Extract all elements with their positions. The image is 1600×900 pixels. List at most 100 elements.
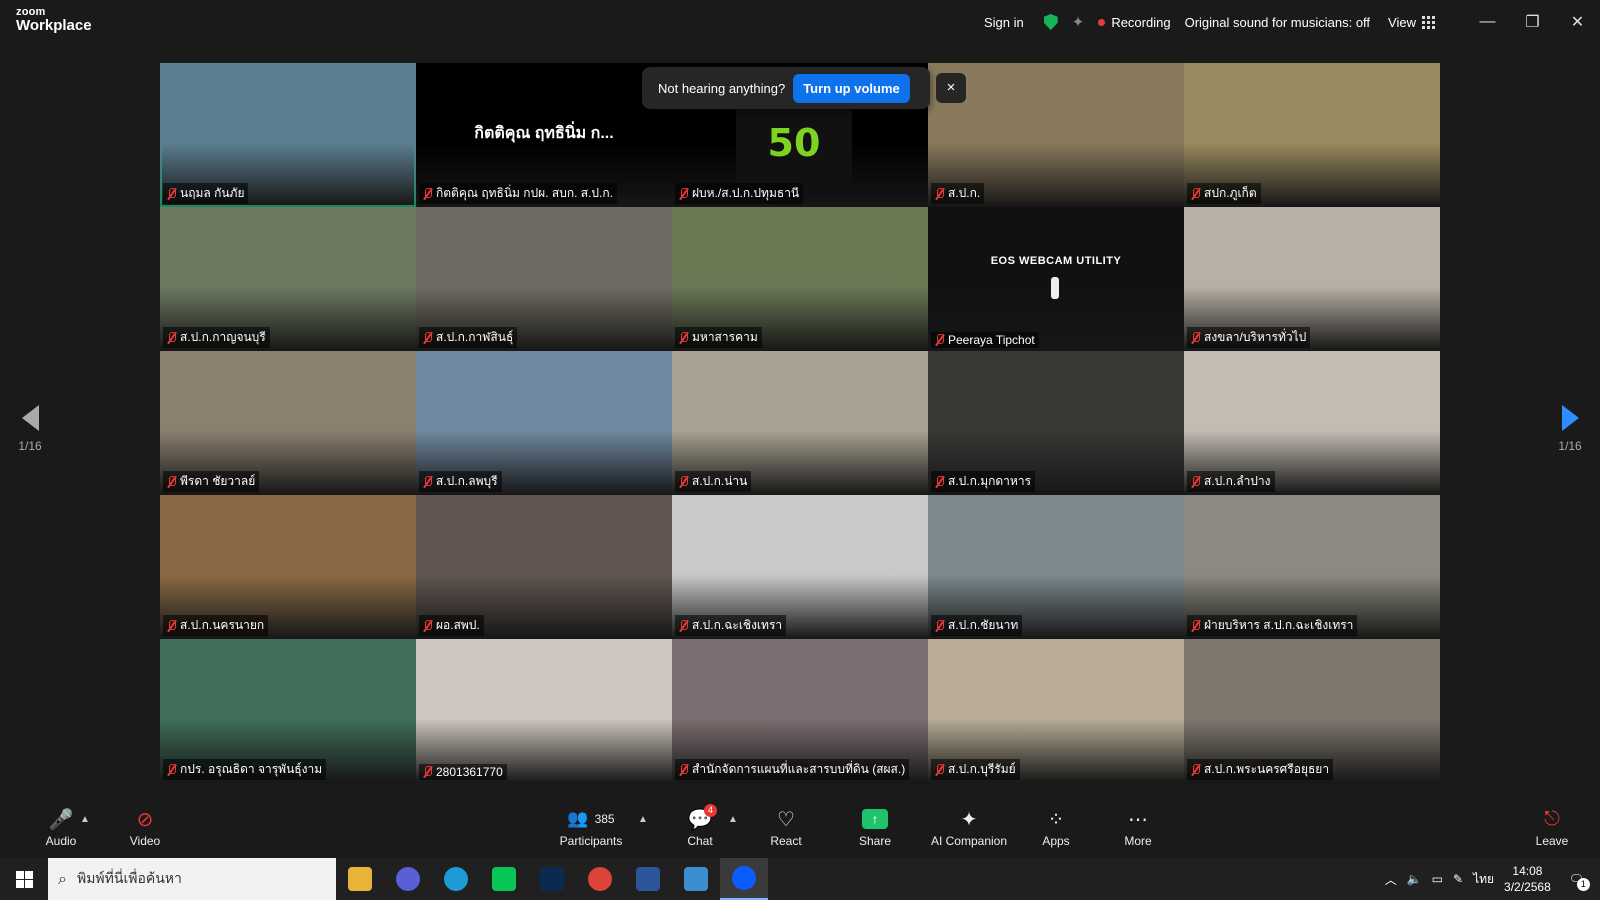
participant-tile[interactable]: ผอ.สพป.: [416, 495, 672, 639]
participant-tile[interactable]: กิตติคุณ ฤทธินิ่ม ก... กิตติคุณ ฤทธินิ่ม …: [416, 63, 672, 207]
participant-tile[interactable]: ส.ป.ก.ชัยนาท: [928, 495, 1184, 639]
close-window-button[interactable]: ✕: [1555, 0, 1600, 44]
leave-button[interactable]: ⎋ Leave: [1532, 806, 1572, 849]
view-button[interactable]: View: [1388, 15, 1435, 30]
audio-button[interactable]: 🎤 Audio: [36, 806, 86, 849]
eos-webcam-label: EOS WEBCAM UTILITY: [990, 255, 1122, 267]
participant-tile[interactable]: ส.ป.ก.มุกดาหาร: [928, 351, 1184, 495]
participant-tile[interactable]: ส.ป.ก.ลพบุรี: [416, 351, 672, 495]
search-placeholder: พิมพ์ที่นี่เพื่อค้นหา: [76, 871, 182, 887]
language-indicator[interactable]: ไทย: [1473, 870, 1494, 889]
participant-tile[interactable]: ส.ป.ก.ลำปาง: [1184, 351, 1440, 495]
notification-icon[interactable]: 🗨 1: [1561, 872, 1592, 891]
participant-tile[interactable]: ส.ป.ก.น่าน: [672, 351, 928, 495]
muted-mic-icon: [679, 619, 688, 632]
restore-button[interactable]: ❐: [1510, 0, 1555, 44]
participants-button[interactable]: 👥 385 Participants: [556, 806, 626, 848]
participant-name: ส.ป.ก.ลพบุรี: [436, 474, 498, 488]
close-icon[interactable]: ×: [936, 73, 966, 103]
taskbar-search[interactable]: ⌕ พิมพ์ที่นี่เพื่อค้นหา: [48, 858, 336, 900]
recording-indicator[interactable]: Recording: [1098, 15, 1171, 30]
react-button[interactable]: ♡ React: [764, 806, 808, 849]
sign-in-button[interactable]: Sign in: [984, 15, 1024, 30]
participant-name: ส.ป.ก.ฉะเชิงเทรา: [692, 618, 783, 632]
apps-label: Apps: [1042, 834, 1070, 848]
share-button[interactable]: ↑ Share: [853, 806, 897, 848]
participant-name: ส.ป.ก.พระนครศรีอยุธยา: [1204, 762, 1330, 776]
participant-tile[interactable]: ส.ป.ก.บุรีรัมย์: [928, 639, 1184, 783]
participant-tile[interactable]: กปร. อรุณธิดา จารุพันธุ์งาม: [160, 639, 416, 783]
ai-companion-button[interactable]: ✦ AI Companion: [928, 806, 1010, 849]
photos-app[interactable]: [672, 858, 720, 900]
line-app[interactable]: [480, 858, 528, 900]
muted-mic-icon: [167, 331, 176, 344]
webex-app[interactable]: [528, 858, 576, 900]
participant-tile[interactable]: EOS WEBCAM UTILITY Peeraya Tipchot: [928, 207, 1184, 351]
participant-tile[interactable]: นฤมล กันภัย: [160, 63, 416, 207]
participant-tile[interactable]: ส.ป.ก.กาญจนบุรี: [160, 207, 416, 351]
title-bar: zoom Workplace Sign in ✦ Recording Origi…: [0, 0, 1600, 44]
leave-icon: ⎋: [1544, 807, 1560, 830]
participant-tile[interactable]: ฝ่ายบริหาร ส.ป.ก.ฉะเชิงเทรา: [1184, 495, 1440, 639]
participant-name: Peeraya Tipchot: [948, 333, 1035, 347]
participant-tile[interactable]: มหาสารคาม: [672, 207, 928, 351]
chat-options-chevron-icon[interactable]: ▲: [728, 814, 738, 825]
participant-name-tag: Peeraya Tipchot: [931, 332, 1039, 348]
participant-name-tag: สงขลา/บริหารทั่วไป: [1187, 327, 1311, 348]
participant-name-tag: 2801361770: [419, 764, 507, 780]
participant-name: กปร. อรุณธิดา จารุพันธุ์งาม: [180, 762, 323, 776]
edge-app[interactable]: [432, 858, 480, 900]
participant-tile[interactable]: ส.ป.ก.ฉะเชิงเทรา: [672, 495, 928, 639]
next-page-button[interactable]: 1/16: [1540, 405, 1600, 453]
participant-tile[interactable]: ส.ป.ก.นครนายก: [160, 495, 416, 639]
participant-name-tag: สปก.ภูเก็ต: [1187, 183, 1261, 204]
prev-page-button[interactable]: 1/16: [0, 405, 60, 453]
participant-tile[interactable]: สงขลา/บริหารทั่วไป: [1184, 207, 1440, 351]
participant-tile[interactable]: พีรดา ชัยวาลย์: [160, 351, 416, 495]
windows-logo-icon: [15, 870, 33, 888]
participant-tile[interactable]: 2801361770: [416, 639, 672, 783]
apps-button[interactable]: ⁘ Apps: [1036, 806, 1076, 849]
video-button[interactable]: ⊘ Video: [120, 806, 170, 849]
chevron-up-icon[interactable]: ︿: [1385, 871, 1397, 888]
pen-icon[interactable]: ✎: [1453, 872, 1463, 886]
view-label: View: [1388, 14, 1416, 30]
copilot-app[interactable]: [384, 858, 432, 900]
security-shield-icon[interactable]: [1043, 14, 1058, 30]
participant-tile[interactable]: ส.ป.ก.: [928, 63, 1184, 207]
clock-date: 3/2/2568: [1504, 880, 1551, 894]
search-icon: ⌕: [58, 869, 67, 888]
participants-options-chevron-icon[interactable]: ▲: [638, 814, 648, 825]
muted-mic-icon: [935, 187, 944, 200]
turn-up-volume-button[interactable]: Turn up volume: [793, 73, 910, 103]
more-icon: ⋯: [1128, 808, 1148, 831]
participant-name: ฝ่ายบริหาร ส.ป.ก.ฉะเชิงเทรา: [1204, 618, 1354, 632]
ai-sparkle-icon[interactable]: ✦: [1072, 13, 1085, 31]
start-button[interactable]: [0, 858, 48, 900]
arrow-right-icon: [1561, 405, 1579, 431]
chat-button[interactable]: 💬 4 Chat: [680, 804, 720, 848]
minimize-button[interactable]: —: [1465, 0, 1510, 44]
original-sound-toggle[interactable]: Original sound for musicians: off: [1185, 15, 1370, 30]
meeting-toolbar: 🎤 Audio ▲ ⊘ Video 👥 385 Participants ▲ 💬…: [0, 800, 1600, 858]
muted-mic-icon: [423, 331, 432, 344]
participant-name: ส.ป.ก.บุรีรัมย์: [948, 762, 1016, 776]
participant-tile[interactable]: สำนักจัดการแผนที่และสารบบที่ดิน (สผส.): [672, 639, 928, 783]
participant-name: ส.ป.ก.กาฬสินธุ์: [436, 330, 514, 344]
speaker-icon[interactable]: 🔈: [1407, 872, 1422, 886]
participant-name: สงขลา/บริหารทั่วไป: [1204, 330, 1307, 344]
chrome-app[interactable]: [576, 858, 624, 900]
file-explorer-app[interactable]: [336, 858, 384, 900]
word-app[interactable]: [624, 858, 672, 900]
participant-tile[interactable]: ส.ป.ก.กาฬสินธุ์: [416, 207, 672, 351]
more-button[interactable]: ⋯ More: [1118, 806, 1158, 849]
zoom-app[interactable]: [720, 858, 768, 900]
zoom-icon: [732, 866, 756, 890]
network-icon[interactable]: ▭: [1432, 872, 1443, 886]
participant-name: ส.ป.ก.นครนายก: [180, 618, 265, 632]
audio-options-chevron-icon[interactable]: ▲: [80, 814, 90, 825]
clock[interactable]: 14:08 3/2/2568: [1504, 863, 1551, 895]
participant-tile[interactable]: สปก.ภูเก็ต: [1184, 63, 1440, 207]
participant-tile[interactable]: ส.ป.ก.พระนครศรีอยุธยา: [1184, 639, 1440, 783]
muted-mic-icon: [1191, 187, 1200, 200]
